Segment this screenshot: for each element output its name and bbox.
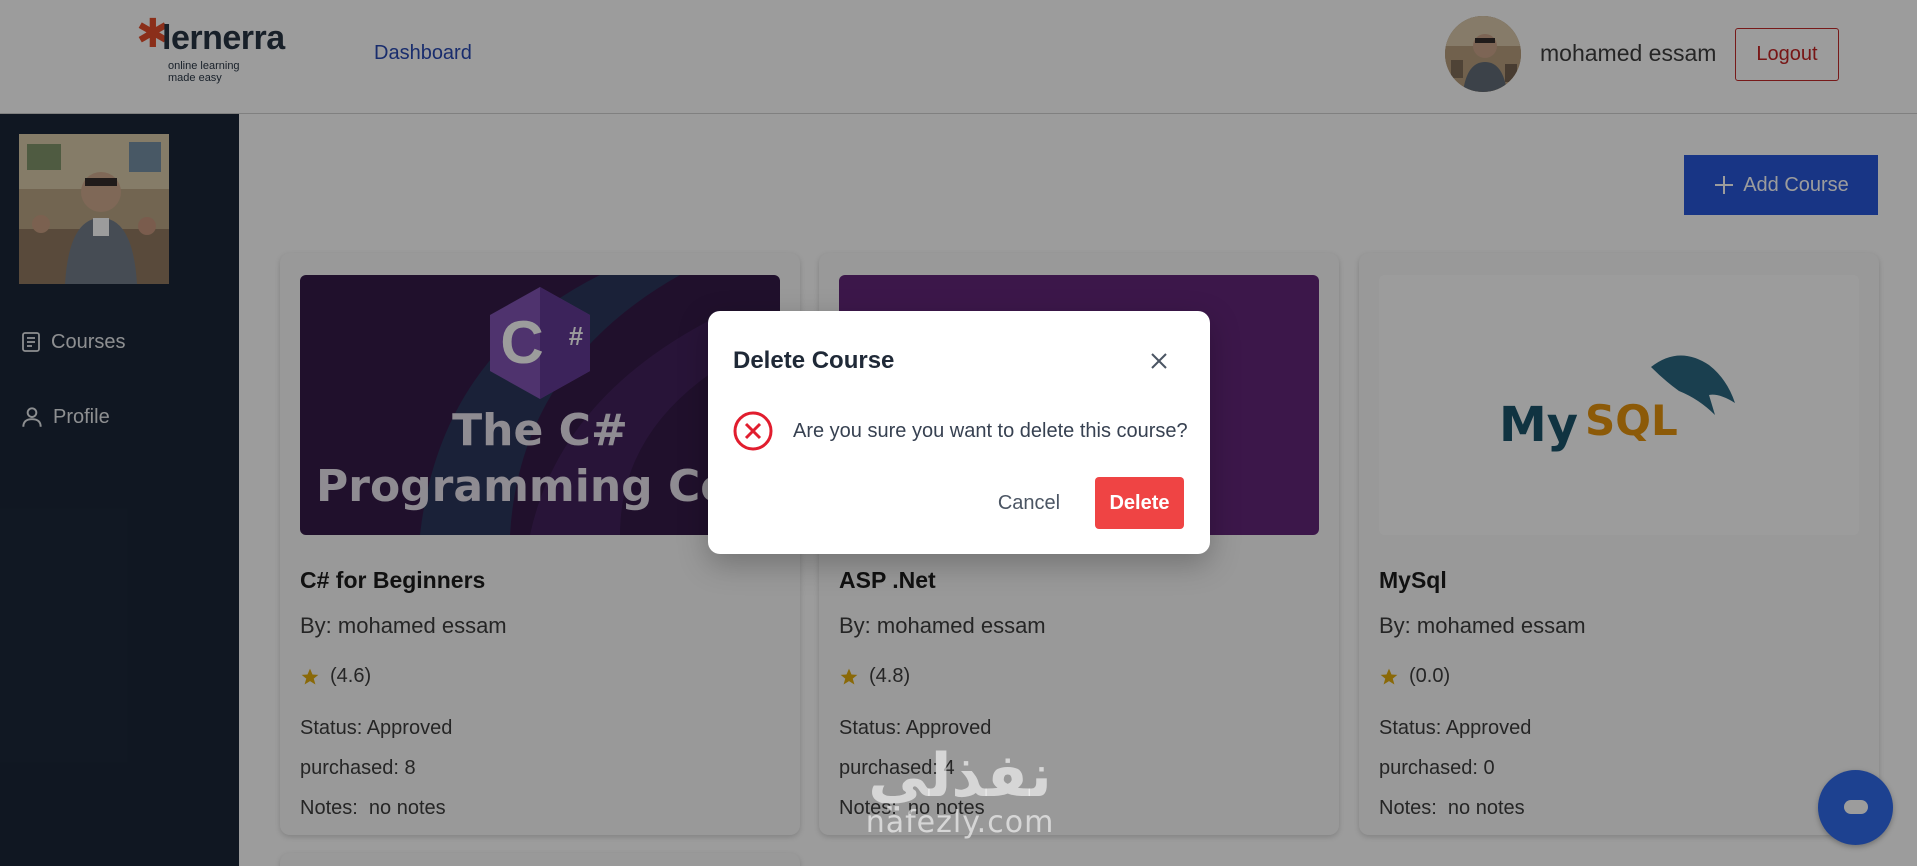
close-icon[interactable] <box>1145 347 1173 375</box>
watermark: نفذلي nafezly.com <box>840 745 1080 839</box>
error-x-circle-icon <box>732 410 774 452</box>
dialog-title: Delete Course <box>733 347 895 374</box>
cancel-button[interactable]: Cancel <box>988 477 1070 529</box>
delete-course-dialog: Delete Course Are you sure you want to d… <box>708 311 1210 554</box>
watermark-arabic: نفذلي <box>868 741 1052 811</box>
dialog-message: Are you sure you want to delete this cou… <box>793 420 1188 442</box>
watermark-url: nafezly.com <box>865 805 1055 840</box>
delete-button[interactable]: Delete <box>1095 477 1184 529</box>
